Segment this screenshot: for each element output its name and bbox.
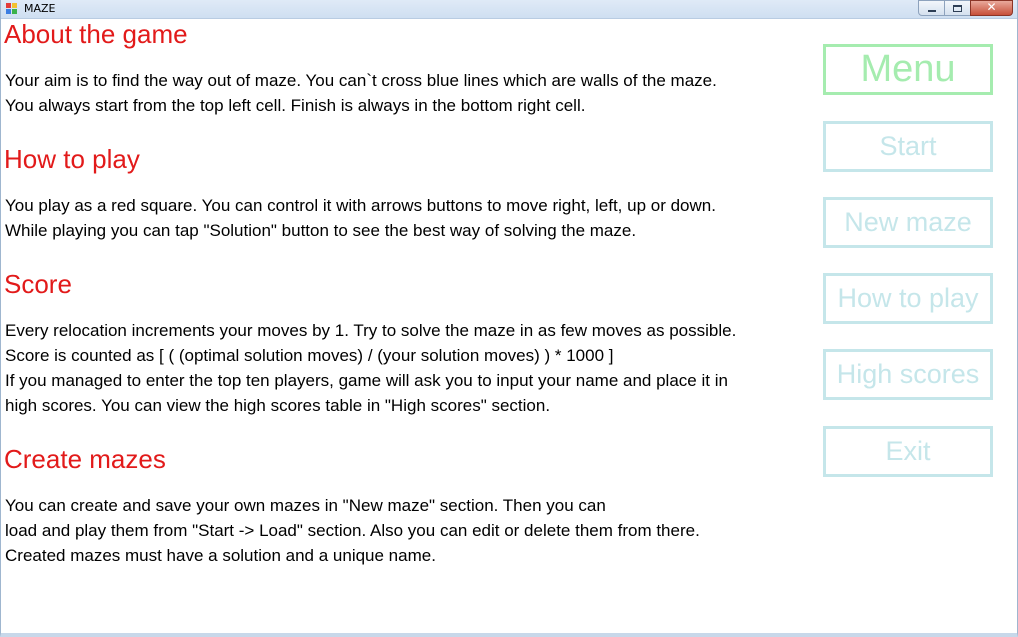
minimize-icon — [928, 10, 936, 12]
close-icon: ✕ — [986, 0, 997, 14]
text-line: Created mazes must have a solution and a… — [5, 546, 436, 565]
how-to-play-button[interactable]: How to play — [823, 273, 993, 324]
maze-app-icon[interactable] — [6, 3, 18, 15]
close-button[interactable]: ✕ — [970, 0, 1013, 16]
text-line: Score is counted as [ ( (optimal solutio… — [5, 346, 614, 365]
text-line: Every relocation increments your moves b… — [5, 321, 737, 340]
maximize-icon — [953, 5, 962, 12]
text-line: While playing you can tap "Solution" but… — [5, 221, 637, 240]
menu-title: Menu — [823, 44, 993, 95]
exit-button[interactable]: Exit — [823, 426, 993, 477]
section-text-score: Every relocation increments your moves b… — [5, 318, 736, 418]
caption-buttons: ✕ — [918, 0, 1013, 17]
section-title-score: Score — [4, 269, 72, 299]
text-line: Your aim is to find the way out of maze.… — [5, 71, 717, 90]
text-line: high scores. You can view the high score… — [5, 396, 551, 415]
title-bar[interactable]: MAZE ✕ — [1, 0, 1017, 19]
text-line: You can create and save your own mazes i… — [5, 496, 606, 515]
window-title: MAZE — [24, 2, 56, 15]
text-line: load and play them from "Start -> Load" … — [5, 521, 700, 540]
minimize-button[interactable] — [918, 0, 945, 16]
section-title-how-to-play: How to play — [4, 144, 140, 174]
section-title-about: About the game — [4, 19, 188, 49]
text-line: You play as a red square. You can contro… — [5, 196, 716, 215]
start-button[interactable]: Start — [823, 121, 993, 172]
maximize-button[interactable] — [944, 0, 971, 16]
section-text-create-mazes: You can create and save your own mazes i… — [5, 493, 700, 568]
text-line: If you managed to enter the top ten play… — [5, 371, 728, 390]
new-maze-button[interactable]: New maze — [823, 197, 993, 248]
maze-window: MAZE ✕ About the game Your aim is to fin… — [0, 0, 1018, 637]
section-title-create-mazes: Create mazes — [4, 444, 166, 474]
text-line: You always start from the top left cell.… — [5, 96, 586, 115]
section-text-how-to-play: You play as a red square. You can contro… — [5, 193, 716, 243]
high-scores-button[interactable]: High scores — [823, 349, 993, 400]
section-text-about: Your aim is to find the way out of maze.… — [5, 68, 717, 118]
